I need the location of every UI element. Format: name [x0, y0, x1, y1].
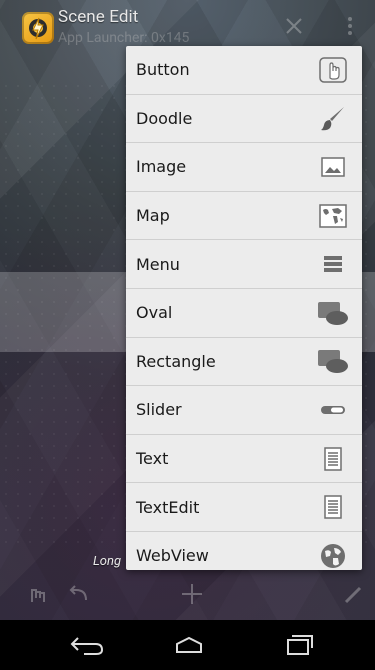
menu-item-image[interactable]: Image [126, 143, 362, 192]
menu-item-label: Menu [136, 254, 180, 274]
menu-item-map[interactable]: Map [126, 192, 362, 241]
menu-item-webview[interactable]: WebView [126, 532, 362, 570]
nav-back-button[interactable] [62, 630, 112, 660]
menu-item-label: Slider [136, 400, 182, 420]
menu-item-textedit[interactable]: TextEdit [126, 483, 362, 532]
menu-item-button[interactable]: Button [126, 46, 362, 95]
page-subtitle: App Launcher: 0x145 [58, 30, 190, 46]
add-element-menu: Button Doodle Image Map Menu Oval Rectan… [126, 46, 362, 570]
nav-recents-button[interactable] [273, 630, 323, 660]
system-nav-bar [0, 620, 375, 670]
menu-item-label: Oval [136, 303, 173, 323]
image-icon [316, 152, 350, 182]
map-icon [316, 201, 350, 231]
menu-item-label: Doodle [136, 108, 193, 128]
back-icon [70, 637, 104, 655]
menu-item-label: Button [136, 60, 190, 80]
hand-tool-icon[interactable] [24, 580, 52, 608]
menu-item-text[interactable]: Text [126, 435, 362, 484]
recents-icon [287, 635, 313, 655]
menu-list-icon [316, 249, 350, 279]
rectangle-icon [316, 346, 350, 376]
slider-icon [316, 395, 350, 425]
menu-item-label: Map [136, 206, 170, 226]
touch-hand-icon [316, 55, 350, 85]
page-title: Scene Edit [58, 7, 139, 27]
menu-item-label: Rectangle [136, 351, 216, 371]
home-icon [176, 636, 202, 653]
menu-item-rectangle[interactable]: Rectangle [126, 338, 362, 387]
paintbrush-icon [316, 103, 350, 133]
globe-icon [316, 541, 350, 570]
menu-item-slider[interactable]: Slider [126, 386, 362, 435]
tasker-app-icon[interactable] [22, 12, 54, 44]
textedit-doc-icon [316, 492, 350, 522]
long-press-hint: Long [93, 554, 122, 569]
nav-home-button[interactable] [164, 630, 214, 660]
close-icon[interactable] [282, 14, 306, 38]
oval-icon [316, 298, 350, 328]
bottom-toolbar [0, 570, 375, 620]
menu-item-doodle[interactable]: Doodle [126, 95, 362, 144]
overflow-menu-icon[interactable] [344, 14, 356, 38]
undo-icon[interactable] [66, 580, 94, 608]
menu-item-label: Image [136, 157, 187, 177]
magic-wand-icon[interactable] [340, 580, 368, 608]
menu-item-oval[interactable]: Oval [126, 289, 362, 338]
menu-item-menu[interactable]: Menu [126, 240, 362, 289]
text-doc-icon [316, 444, 350, 474]
menu-item-label: TextEdit [136, 497, 200, 517]
add-icon[interactable] [178, 580, 206, 608]
menu-item-label: Text [136, 449, 169, 469]
menu-item-label: WebView [136, 546, 209, 566]
